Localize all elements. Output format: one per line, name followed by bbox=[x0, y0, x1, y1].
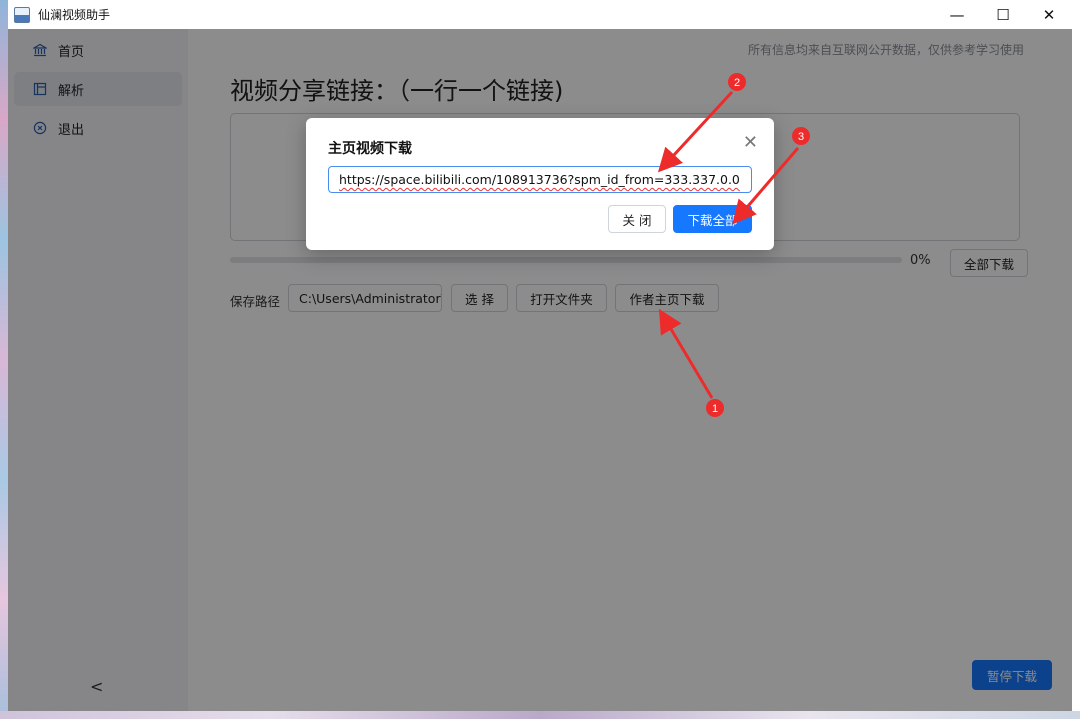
maximize-button[interactable]: ☐ bbox=[980, 0, 1026, 29]
desktop-background-left bbox=[0, 0, 8, 719]
dialog-close-button[interactable]: 关 闭 bbox=[608, 205, 666, 233]
close-window-button[interactable]: ✕ bbox=[1026, 0, 1072, 29]
desktop-background-bottom bbox=[0, 711, 1080, 719]
homepage-url-input[interactable]: https://space.bilibili.com/108913736?spm… bbox=[328, 166, 752, 193]
dialog-title: 主页视频下载 bbox=[328, 141, 412, 157]
app-window: 仙澜视频助手 — ☐ ✕ 首页 解析 退出 < 所有信息均来自互联网公开数据，仅… bbox=[8, 0, 1072, 711]
desktop-background-right bbox=[1072, 0, 1080, 719]
window-title: 仙澜视频助手 bbox=[38, 8, 111, 22]
minimize-button[interactable]: — bbox=[934, 0, 980, 29]
dialog-download-all-button[interactable]: 下载全部 bbox=[673, 205, 752, 233]
window-controls: — ☐ ✕ bbox=[934, 0, 1072, 29]
homepage-download-dialog: 主页视频下载 ✕ https://space.bilibili.com/1089… bbox=[306, 118, 774, 250]
app-icon bbox=[14, 6, 30, 23]
title-bar: 仙澜视频助手 — ☐ ✕ bbox=[8, 0, 1072, 29]
homepage-url-value: https://space.bilibili.com/108913736?spm… bbox=[339, 172, 740, 187]
dialog-close-icon[interactable]: ✕ bbox=[743, 132, 758, 153]
